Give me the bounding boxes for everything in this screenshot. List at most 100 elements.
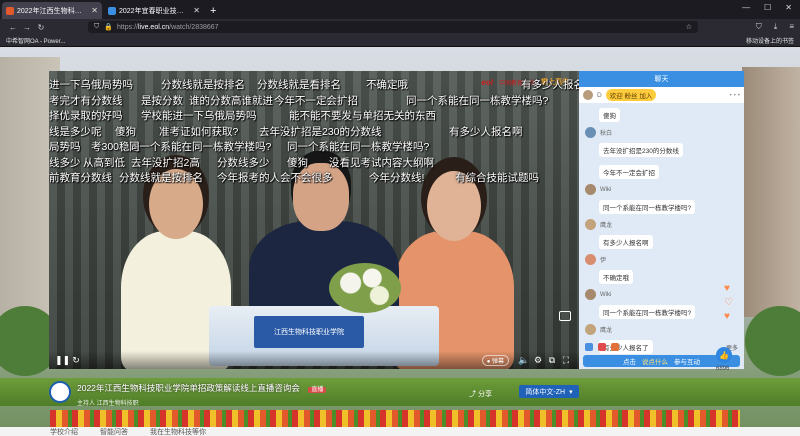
chevron-down-icon: ▾ [569, 388, 573, 396]
tab-title: 2022年江西生物科技职业学院... [17, 7, 89, 15]
danmaku-comment: 有多少人报名 [521, 79, 579, 91]
message-bubble: 傻狗 [599, 108, 620, 122]
avatar [585, 254, 596, 265]
danmaku-toggle[interactable]: ● 弹幕 [481, 354, 509, 366]
shield-icon[interactable]: ⛉ [756, 22, 762, 32]
sender-name: Wiki [600, 186, 612, 193]
danmaku-comment: 择优录取的好吗 [49, 110, 123, 122]
fullscreen-icon[interactable]: ⛶ [559, 355, 573, 366]
input-placeholder: 说点什么 [642, 359, 668, 366]
chat-message: 今年不一定会扩招 [585, 162, 738, 180]
input-prefix: 点击 [623, 359, 636, 366]
like-count: 6896 [716, 366, 730, 372]
lock-icon: 🔒 [104, 24, 113, 31]
chat-sender: 秋白 [585, 127, 738, 138]
refresh-icon[interactable]: ↻ [69, 355, 83, 366]
page-tabs: 学校介绍 智能问答 我在生物科技等你 [0, 427, 800, 436]
message-bubble: 去年没扩招是230的分数线 [599, 143, 683, 157]
chat-message-list: 傻狗 秋白 去年没扩招是230的分数线 今年不一定会扩招 Wiki 同一个系能在同一栋教学… [579, 103, 744, 361]
chat-sender: 伊 [585, 254, 738, 265]
close-window-icon[interactable]: ✕ [785, 3, 792, 12]
pip-icon[interactable]: ⧉ [545, 355, 559, 366]
close-tab-icon[interactable]: ✕ [91, 6, 98, 15]
like-button[interactable]: 👍 [716, 347, 732, 363]
menu-icon[interactable]: ≡ [789, 22, 794, 32]
danmaku-comment: 傻狗 [287, 156, 308, 169]
danmaku-comment: 有综合技能试题吗 [455, 172, 539, 184]
danmaku-comment: 同一个系能在同一栋教学楼吗? [406, 94, 549, 107]
danmaku-comment: 学校能进一下乌俄局势吗 [141, 110, 257, 122]
live-subtitle: 主持人 江西生物科技职 [77, 400, 139, 407]
url-bar[interactable]: ⛉ 🔒 https:// live.eol.cn /watch/2838667 … [88, 21, 698, 33]
picture-in-picture-icon[interactable] [559, 311, 571, 321]
settings-icon[interactable]: ⚙ [531, 355, 545, 366]
emoji-icon[interactable] [585, 343, 593, 351]
chat-tab[interactable]: 聊天 [579, 71, 744, 87]
browser-tab-1[interactable]: 2022年宜春职业技术学院单招... ✕ [104, 2, 204, 19]
danmaku-layer: 进一下乌俄局势吗 分数线就是按排名 分数线就是看排名 不确定哦 有多少人报名 考完才有分数… [49, 71, 579, 201]
danmaku-comment: 考完才有分数线 [49, 94, 123, 107]
hongbao-icon[interactable] [611, 343, 619, 351]
url-path: /watch/2838667 [169, 23, 219, 31]
danmaku-comment: 傻狗 [115, 125, 136, 138]
new-tab-button[interactable]: + [210, 5, 216, 17]
maximize-icon[interactable]: ☐ [764, 3, 771, 12]
bookmark-item[interactable]: 中希智网OA - Power... [6, 36, 65, 45]
danmaku-comment: 去年没扩招2高 [131, 156, 200, 169]
nav-bar: ← → ↻ ⛉ 🔒 https:// live.eol.cn /watch/28… [0, 19, 800, 35]
video-player[interactable]: 江西生物科技职业学院 eol 中国教育在线 掌上高考 进一下乌俄局势吗 分数线就是… [49, 71, 579, 369]
message-bubble: 有多少人报名啊 [599, 235, 653, 249]
volume-icon[interactable]: 🔈 [517, 355, 531, 366]
chat-message: 伊不确定哦 [585, 254, 738, 285]
chat-message: 傻狗 [585, 105, 738, 123]
browser-tab-0[interactable]: 2022年江西生物科技职业学院... ✕ [2, 2, 102, 19]
tab-school-intro[interactable]: 学校介绍 [50, 427, 78, 436]
pause-icon[interactable]: ❚❚ [55, 355, 70, 366]
danmaku-comment: 局势吗 [49, 141, 81, 153]
join-text: 加入 [639, 93, 653, 100]
forward-arrow-icon[interactable]: → [20, 23, 34, 32]
bookmarks-bar: 中希智网OA - Power... 移动设备上的书签 [0, 35, 800, 47]
tab-bar: 2022年江西生物科技职业学院... ✕ 2022年宜春职业技术学院单招... … [0, 0, 800, 19]
minimize-icon[interactable]: — [742, 3, 750, 12]
close-tab-icon[interactable]: ✕ [193, 6, 200, 15]
message-bubble: 今年不一定会扩招 [599, 165, 659, 179]
avatar [585, 324, 596, 335]
avatar [585, 219, 596, 230]
download-icon[interactable]: ⤓ [774, 22, 778, 32]
message-bubble: 同一个系能在同一栋教学楼吗? [599, 200, 696, 214]
back-arrow-icon[interactable]: ← [6, 23, 20, 32]
bookmark-star-icon[interactable]: ☆ [686, 23, 692, 31]
language-select[interactable]: 简体中文-ZH ▾ [519, 385, 579, 398]
danmaku-comment: 同一个系能在同一栋教学楼吗? [287, 141, 430, 153]
input-suffix: 参与互动 [674, 359, 700, 366]
sender-name: 鹰龙 [600, 223, 613, 229]
tab-smart-qa[interactable]: 智能问答 [100, 427, 128, 436]
avatar [583, 90, 593, 100]
reload-icon[interactable]: ↻ [34, 23, 48, 32]
language-label: 简体中文-ZH [525, 388, 566, 396]
welcome-extra: • • • [729, 91, 740, 99]
avatar [585, 127, 596, 138]
share-label: 分享 [477, 391, 492, 398]
share-icon: ⤴ [469, 391, 476, 398]
page-content: 江西生物科技职业学院 eol 中国教育在线 掌上高考 进一下乌俄局势吗 分数线就是… [0, 47, 800, 436]
tab-title: 2022年宜春职业技术学院单招... [119, 7, 191, 15]
danmaku-comment: 没看见考试内容大纲啊 [329, 156, 434, 169]
danmaku-comment: 分数线就是按排名 [119, 172, 203, 184]
flowerbed-decoration [50, 410, 740, 428]
video-controls: ❚❚ ↻ ● 弹幕 🔈 ⚙ ⧉ ⛶ [49, 351, 579, 369]
favicon-icon [108, 6, 116, 15]
chat-welcome-bar: D 欢迎 粉丝 加入 • • • [579, 87, 744, 103]
chat-message: Wiki 同一个系能在同一栋教学楼吗? [585, 289, 738, 320]
danmaku-comment: 能不能不要发与单招无关的东西 [289, 110, 436, 122]
tab-waiting[interactable]: 我在生物科技等你 [150, 427, 206, 436]
sender-name: 鹰龙 [600, 328, 613, 334]
floating-hearts: ♥ ♡ ♥ [724, 283, 733, 322]
mobile-bookmarks[interactable]: 移动设备上的书签 [746, 36, 794, 45]
fans-text: 粉丝 [624, 93, 638, 100]
chat-sender: Wiki [585, 289, 738, 300]
share-button[interactable]: ⤴ 分享 [469, 389, 492, 399]
gift-icon[interactable] [598, 343, 606, 351]
danmaku-comment: 是按分数 [141, 94, 183, 107]
